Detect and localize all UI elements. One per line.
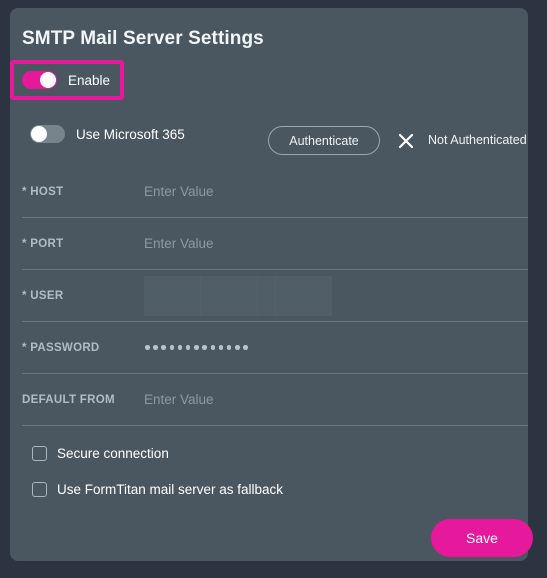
default-from-input[interactable]: Enter Value: [144, 392, 528, 407]
password-mask-dot: [202, 345, 207, 350]
port-input[interactable]: Enter Value: [144, 236, 528, 251]
authenticate-button[interactable]: Authenticate: [268, 126, 380, 155]
password-mask-dot: [153, 345, 158, 350]
field-row-default-from: DEFAULT FROM Enter Value: [22, 374, 528, 426]
enable-toggle-highlight: Enable: [10, 60, 124, 100]
field-row-host: * HOST Enter Value: [22, 166, 528, 218]
password-input[interactable]: [144, 345, 528, 350]
microsoft365-toggle[interactable]: [30, 125, 65, 143]
smtp-form: * HOST Enter Value * PORT Enter Value * …: [22, 166, 528, 426]
host-input[interactable]: Enter Value: [144, 184, 528, 199]
password-mask-dot: [185, 345, 191, 350]
host-label: * HOST: [22, 185, 64, 198]
password-mask-dot: [177, 345, 183, 350]
input-segment-divider: [275, 275, 276, 316]
password-label: * PASSWORD: [22, 341, 100, 354]
save-button[interactable]: Save: [431, 519, 533, 557]
toggle-knob: [31, 126, 47, 142]
password-mask-dot: [145, 345, 150, 350]
input-segment-divider: [257, 275, 258, 316]
password-mask-dot: [235, 345, 240, 350]
password-mask-dot: [243, 345, 248, 350]
toggle-knob: [40, 72, 56, 88]
checkbox-label-secure-connection: Secure connection: [57, 446, 169, 461]
field-row-user: * USER: [22, 270, 528, 322]
password-mask-dot: [169, 345, 175, 350]
microsoft365-row: Use Microsoft 365: [30, 125, 185, 143]
authentication-status-text: Not Authenticated: [428, 133, 527, 147]
checkbox-row-formtitan-fallback[interactable]: Use FormTitan mail server as fallback: [32, 482, 283, 497]
close-x-icon: [397, 132, 415, 150]
smtp-settings-card: SMTP Mail Server Settings Enable Use Mic…: [10, 8, 533, 561]
port-label: * PORT: [22, 237, 64, 250]
password-mask-dot: [226, 345, 232, 350]
password-mask-dot: [210, 345, 215, 350]
field-row-port: * PORT Enter Value: [22, 218, 528, 270]
password-mask-dot: [194, 345, 199, 350]
checkbox-formtitan-fallback[interactable]: [32, 482, 47, 497]
enable-toggle[interactable]: [22, 71, 57, 89]
checkbox-secure-connection[interactable]: [32, 446, 47, 461]
password-mask-dot: [218, 345, 224, 350]
field-row-password: * PASSWORD: [22, 322, 528, 374]
user-input[interactable]: [144, 275, 332, 316]
input-segment-divider: [200, 275, 201, 316]
password-mask-dot: [161, 345, 166, 350]
enable-toggle-label: Enable: [68, 72, 111, 88]
default-from-label: DEFAULT FROM: [22, 393, 115, 406]
user-label: * USER: [22, 289, 64, 302]
checkbox-row-secure-connection[interactable]: Secure connection: [32, 446, 169, 461]
microsoft365-label: Use Microsoft 365: [76, 126, 185, 142]
checkbox-label-formtitan-fallback: Use FormTitan mail server as fallback: [57, 482, 284, 497]
page-title: SMTP Mail Server Settings: [22, 28, 264, 49]
